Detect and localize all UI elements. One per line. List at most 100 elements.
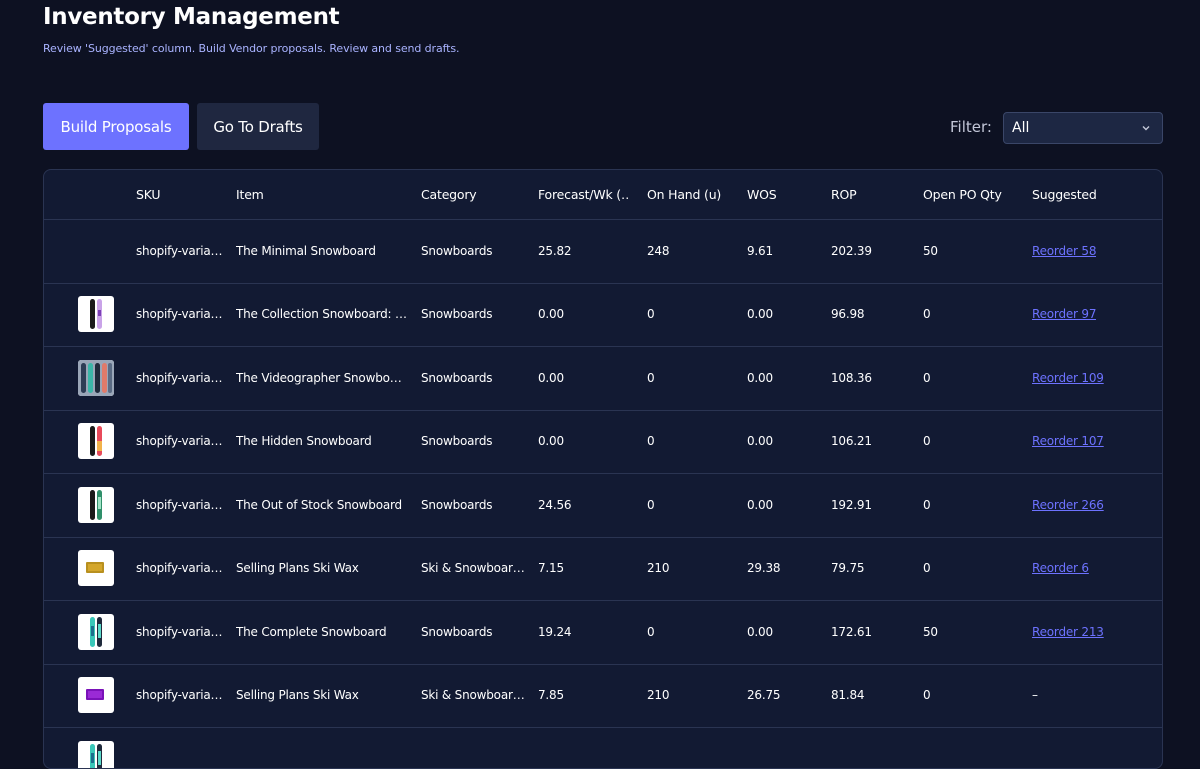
table-row[interactable]: shopify-varia… Selling Plans Ski Wax Ski &… — [44, 537, 1162, 601]
column-header-forecast[interactable]: Forecast/Wk (… — [538, 170, 630, 219]
sku-cell: shopify-varia… — [136, 624, 223, 639]
column-header-item[interactable]: Item — [236, 170, 408, 219]
forecast-cell: 0.00 — [538, 370, 564, 385]
sku-cell: shopify-varia… — [136, 561, 223, 576]
rop-cell: 96.98 — [831, 307, 865, 322]
category-cell: Snowboards — [421, 307, 493, 322]
category-cell: Snowboards — [421, 434, 493, 449]
filter-select[interactable]: All — [1003, 112, 1163, 144]
inventory-table: SKU Item Category Forecast/Wk (… On Hand… — [43, 169, 1163, 769]
open-po-cell: 50 — [923, 624, 938, 639]
sku-cell: shopify-varia… — [136, 434, 223, 449]
on-hand-cell: 0 — [647, 497, 655, 512]
forecast-cell — [538, 727, 630, 768]
wos-cell: 0.00 — [747, 370, 773, 385]
rop-cell: 108.36 — [831, 370, 872, 385]
suggested-cell[interactable]: Reorder 107 — [1032, 410, 1152, 474]
item-cell: The Hidden Snowboard — [236, 434, 372, 449]
suggested-cell[interactable]: Reorder 109 — [1032, 346, 1152, 410]
suggested-cell — [1032, 727, 1152, 768]
item-cell: The Minimal Snowboard — [236, 243, 376, 258]
item-cell: Selling Plans Ski Wax — [236, 688, 359, 703]
open-po-cell: 0 — [923, 497, 931, 512]
table-header: SKU Item Category Forecast/Wk (… On Hand… — [44, 170, 1162, 220]
ski-wax-purple-icon — [78, 677, 114, 714]
on-hand-cell — [647, 727, 737, 768]
column-header-category[interactable]: Category — [421, 170, 525, 219]
item-cell: The Out of Stock Snowboard — [236, 497, 402, 512]
suggested-cell[interactable]: Reorder 97 — [1032, 283, 1152, 347]
column-header-suggested[interactable]: Suggested — [1032, 170, 1152, 219]
forecast-cell: 24.56 — [538, 497, 572, 512]
forecast-cell: 0.00 — [538, 434, 564, 449]
column-header-open-po[interactable]: Open PO Qty — [923, 170, 1013, 219]
suggested-cell[interactable]: Reorder 58 — [1032, 219, 1152, 283]
sku-cell: shopify-varia… — [136, 307, 223, 322]
suggested-cell[interactable]: Reorder 213 — [1032, 600, 1152, 664]
table-row[interactable]: shopify-varia… The Collection Snowboard: … — [44, 283, 1162, 347]
snowboard-purple-icon — [78, 296, 114, 333]
forecast-cell: 0.00 — [538, 307, 564, 322]
item-cell: The Videographer Snowboa… — [236, 370, 408, 385]
snowboard-teal-icon — [78, 740, 114, 768]
sku-cell: shopify-varia… — [136, 497, 223, 512]
open-po-cell: 0 — [923, 688, 931, 703]
forecast-cell: 7.85 — [538, 688, 564, 703]
wos-cell: 29.38 — [747, 561, 781, 576]
build-proposals-button[interactable]: Build Proposals — [43, 103, 189, 150]
category-cell: Snowboards — [421, 624, 493, 639]
sku-cell: shopify-varia… — [136, 243, 223, 258]
column-header-rop[interactable]: ROP — [831, 170, 911, 219]
rop-cell — [831, 727, 911, 768]
wos-cell: 9.61 — [747, 243, 773, 258]
page-subtitle: Review 'Suggested' column. Build Vendor … — [43, 42, 460, 55]
snowboard-red-icon — [78, 423, 114, 460]
wos-cell: 0.00 — [747, 497, 773, 512]
go-to-drafts-button[interactable]: Go To Drafts — [197, 103, 319, 150]
rop-cell: 172.61 — [831, 624, 872, 639]
on-hand-cell: 248 — [647, 243, 670, 258]
column-header-sku[interactable]: SKU — [136, 170, 224, 219]
ski-wax-gold-icon — [78, 550, 114, 587]
category-cell: Snowboards — [421, 497, 493, 512]
suggested-cell[interactable]: Reorder 266 — [1032, 473, 1152, 537]
sku-cell: shopify-varia… — [136, 370, 223, 385]
filter-select-value: All — [1012, 120, 1030, 136]
forecast-cell: 19.24 — [538, 624, 572, 639]
item-cell: Selling Plans Ski Wax — [236, 561, 359, 576]
table-row[interactable]: shopify-varia… The Hidden Snowboard Snowbo… — [44, 410, 1162, 474]
suggested-cell[interactable]: Reorder 6 — [1032, 537, 1152, 601]
table-row[interactable]: shopify-varia… Selling Plans Ski Wax Ski &… — [44, 664, 1162, 728]
table-row[interactable]: shopify-varia… The Videographer Snowboa… S… — [44, 346, 1162, 411]
filter-label: Filter: — [950, 118, 992, 136]
category-cell — [421, 727, 525, 768]
item-cell: The Collection Snowboard: … — [236, 307, 407, 322]
rop-cell: 106.21 — [831, 434, 872, 449]
open-po-cell: 0 — [923, 561, 931, 576]
category-cell: Ski & Snowboar… — [421, 688, 525, 703]
snowboard-green-icon — [78, 486, 114, 523]
wos-cell: 0.00 — [747, 624, 773, 639]
open-po-cell — [923, 727, 1013, 768]
sku-cell — [136, 727, 224, 768]
table-row[interactable]: shopify-varia… The Minimal Snowboard Snowb… — [44, 219, 1162, 284]
on-hand-cell: 0 — [647, 624, 655, 639]
item-cell: The Complete Snowboard — [236, 624, 387, 639]
column-header-on-hand[interactable]: On Hand (u) — [647, 170, 737, 219]
forecast-cell: 7.15 — [538, 561, 564, 576]
rop-cell: 192.91 — [831, 497, 872, 512]
snowboards-group-icon — [78, 359, 114, 396]
wos-cell — [747, 727, 817, 768]
column-header-wos[interactable]: WOS — [747, 170, 817, 219]
category-cell: Ski & Snowboar… — [421, 561, 525, 576]
suggested-cell: – — [1032, 688, 1038, 703]
item-cell — [236, 727, 408, 768]
table-row[interactable]: shopify-varia… The Complete Snowboard Snow… — [44, 600, 1162, 665]
rop-cell: 202.39 — [831, 243, 872, 258]
on-hand-cell: 0 — [647, 370, 655, 385]
table-row[interactable]: shopify-varia… The Out of Stock Snowboard… — [44, 473, 1162, 538]
table-row[interactable] — [44, 727, 1162, 768]
category-cell: Snowboards — [421, 370, 493, 385]
rop-cell: 79.75 — [831, 561, 865, 576]
sku-cell: shopify-varia… — [136, 688, 223, 703]
